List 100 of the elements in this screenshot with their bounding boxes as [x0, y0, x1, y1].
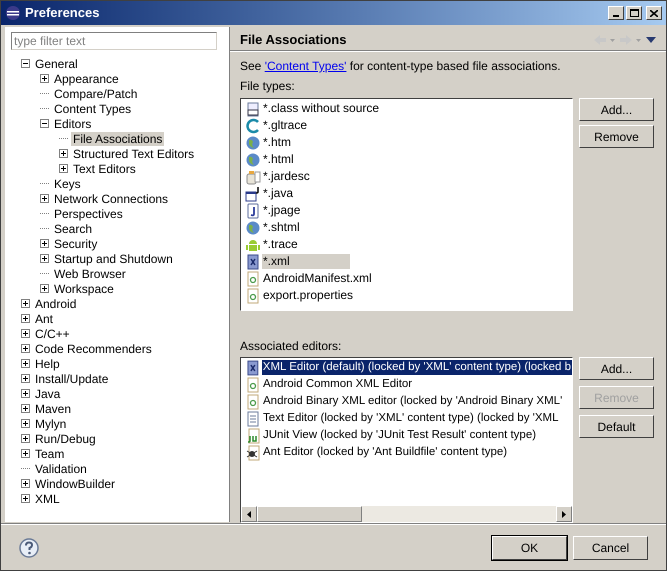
- list-item[interactable]: *.class without source: [262, 101, 380, 116]
- tree-item[interactable]: Install/Update: [33, 372, 110, 386]
- list-item[interactable]: *.trace: [262, 237, 299, 252]
- content-types-link[interactable]: 'Content Types': [264, 59, 346, 73]
- list-item[interactable]: Android Common XML Editor: [262, 377, 414, 392]
- expander-icon[interactable]: [21, 404, 30, 413]
- text-file-icon: [245, 410, 261, 426]
- expander-icon[interactable]: [21, 314, 30, 323]
- expander-icon[interactable]: [40, 254, 49, 263]
- tree-item[interactable]: Content Types: [52, 102, 134, 116]
- action-button[interactable]: Add...: [579, 357, 654, 380]
- ring-icon: [245, 118, 261, 134]
- action-button[interactable]: Default: [579, 415, 654, 438]
- filter-field[interactable]: type filter text: [11, 32, 217, 50]
- x-file-icon: [245, 360, 261, 376]
- tree-item[interactable]: Network Connections: [52, 192, 170, 206]
- list-item[interactable]: *.htm: [262, 135, 292, 150]
- list-item[interactable]: Ant Editor (locked by 'Ant Buildfile' content type): [262, 445, 508, 460]
- tree-item[interactable]: Java: [33, 386, 62, 400]
- maximize-button[interactable]: [626, 6, 642, 20]
- tree-item[interactable]: Web Browser: [52, 266, 128, 280]
- list-item[interactable]: *.xml: [262, 254, 350, 269]
- tree-item[interactable]: Workspace: [52, 282, 116, 296]
- tree-item[interactable]: Help: [33, 356, 62, 370]
- dialog-button[interactable]: OK: [492, 536, 567, 560]
- expander-icon[interactable]: [21, 479, 30, 488]
- list-item[interactable]: *.java: [262, 186, 294, 201]
- j-page-icon: [245, 202, 261, 218]
- associated-editors-label: Associated editors:: [240, 338, 342, 355]
- list-item[interactable]: JUnit View (locked by 'JUnit Test Result' content type): [262, 428, 538, 443]
- help-icon[interactable]: [19, 538, 39, 558]
- tree-item[interactable]: Compare/Patch: [52, 86, 140, 100]
- expander-icon[interactable]: [21, 374, 30, 383]
- action-button[interactable]: Remove: [579, 125, 654, 148]
- expander-icon[interactable]: [40, 284, 49, 293]
- tree-item[interactable]: Team: [33, 446, 66, 460]
- globe-icon: [245, 220, 261, 236]
- list-item[interactable]: *.jpage: [262, 203, 302, 218]
- expander-icon[interactable]: [21, 344, 30, 353]
- menu-icon[interactable]: [646, 36, 656, 44]
- expander-icon[interactable]: [40, 239, 49, 248]
- tree-item[interactable]: Android: [33, 296, 78, 310]
- scroll-left-button[interactable]: [241, 506, 257, 522]
- tree-item[interactable]: Text Editors: [71, 162, 138, 176]
- tree-item[interactable]: Appearance: [52, 72, 121, 86]
- minimize-button[interactable]: [608, 6, 624, 20]
- expander-icon[interactable]: [40, 119, 49, 128]
- tree-item[interactable]: File Associations: [71, 132, 164, 146]
- tree-item[interactable]: Editors: [52, 116, 94, 130]
- tree-item[interactable]: XML: [33, 492, 62, 506]
- expander-icon[interactable]: [40, 74, 49, 83]
- expander-icon[interactable]: [21, 494, 30, 503]
- ant-file-icon: [245, 444, 261, 460]
- close-button[interactable]: [646, 6, 662, 20]
- tree-item[interactable]: Perspectives: [52, 206, 125, 220]
- description-text: See 'Content Types' for content-type based file associations.: [240, 59, 561, 73]
- a-file-icon: [245, 376, 261, 392]
- expander-icon[interactable]: [21, 449, 30, 458]
- tree-item[interactable]: Security: [52, 236, 100, 250]
- left-arrow-icon: [247, 510, 251, 518]
- jar-file-icon: [245, 168, 261, 184]
- list-item[interactable]: *.html: [262, 152, 295, 167]
- horizontal-scrollbar[interactable]: [241, 506, 572, 522]
- list-item[interactable]: export.properties: [262, 288, 354, 303]
- list-item[interactable]: *.gltrace: [262, 118, 308, 133]
- tree-item[interactable]: Maven: [33, 402, 74, 416]
- expander-icon[interactable]: [59, 164, 68, 173]
- expander-icon[interactable]: [40, 194, 49, 203]
- expander-icon[interactable]: [21, 329, 30, 338]
- expander-icon[interactable]: [59, 149, 68, 158]
- tree-item[interactable]: Ant: [33, 312, 56, 326]
- tree-item[interactable]: Mylyn: [33, 416, 68, 430]
- tree-item[interactable]: General: [33, 56, 80, 70]
- list-item[interactable]: AndroidManifest.xml: [262, 271, 373, 286]
- list-item[interactable]: Android Binary XML editor (locked by 'Android Binary XML': [262, 394, 564, 409]
- action-button[interactable]: Add...: [579, 98, 654, 121]
- a-file-icon: [245, 394, 261, 410]
- tree-item[interactable]: Keys: [52, 176, 83, 190]
- tree-item[interactable]: Search: [52, 222, 94, 236]
- tree-item[interactable]: C/C++: [33, 326, 72, 340]
- tree-item[interactable]: Startup and Shutdown: [52, 252, 175, 266]
- dialog-button[interactable]: Cancel: [573, 536, 648, 560]
- expander-icon[interactable]: [21, 434, 30, 443]
- expander-icon[interactable]: [21, 299, 30, 308]
- list-item[interactable]: *.jardesc: [262, 169, 311, 184]
- scroll-right-button[interactable]: [556, 506, 572, 522]
- list-item[interactable]: Text Editor (locked by 'XML' content type) (locked by 'XML: [262, 411, 560, 426]
- expander-icon[interactable]: [21, 359, 30, 368]
- tree-item[interactable]: WindowBuilder: [33, 476, 118, 490]
- tree-item[interactable]: Validation: [33, 462, 89, 476]
- list-item[interactable]: *.shtml: [262, 220, 301, 235]
- right-arrow-icon: [562, 510, 566, 518]
- tree-item[interactable]: Structured Text Editors: [71, 146, 196, 160]
- tree-item[interactable]: Run/Debug: [33, 432, 98, 446]
- expander-icon[interactable]: [21, 419, 30, 428]
- expander-icon[interactable]: [21, 59, 30, 68]
- list-item[interactable]: XML Editor (default) (locked by 'XML' content type) (locked b: [262, 360, 572, 375]
- scrollbar-thumb[interactable]: [257, 506, 362, 522]
- expander-icon[interactable]: [21, 389, 30, 398]
- tree-item[interactable]: Code Recommenders: [33, 342, 154, 356]
